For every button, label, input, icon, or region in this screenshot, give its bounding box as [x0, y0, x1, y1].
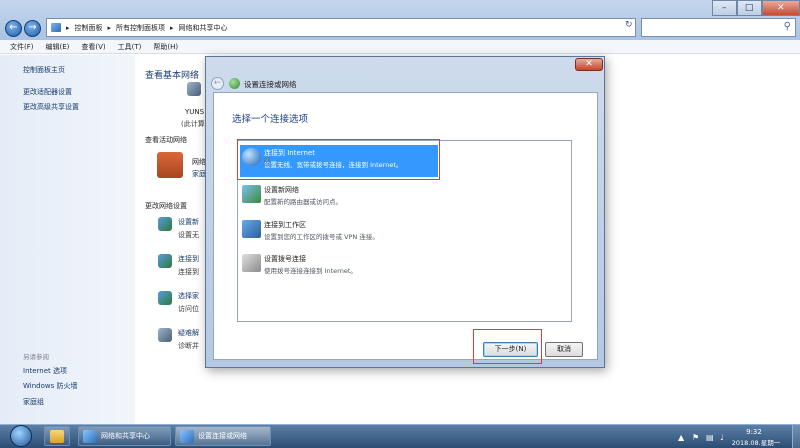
settings-item-link[interactable]: 设置新 [178, 217, 199, 227]
home-network-icon [157, 152, 183, 178]
breadcrumb-item[interactable]: 所有控制面板项 [116, 23, 165, 33]
active-networks-heading: 查看活动网络 [145, 136, 187, 144]
settings-item-desc: 设置无 [178, 231, 199, 239]
settings-item-link[interactable]: 连接到 [178, 254, 199, 264]
computer-subtitle: (此计算 [181, 120, 205, 128]
network-type-link[interactable]: 家庭 [192, 169, 206, 179]
maximize-button[interactable]: □ [736, 0, 762, 16]
menu-tools[interactable]: 工具(T) [118, 42, 142, 52]
show-hidden-icons-icon[interactable]: ▲ [678, 433, 684, 442]
taskbar-explorer[interactable] [44, 426, 70, 446]
option-new-network[interactable]: 设置新网络 配置新的路由器或访问点。 [240, 182, 570, 212]
control-panel-icon [51, 23, 61, 32]
next-button[interactable]: 下一步(N) [483, 342, 538, 357]
refresh-icon[interactable]: ↻ [625, 20, 637, 35]
clock-date[interactable]: 2018.08.星期一 [726, 437, 786, 447]
sidebar: 控制面板主页 更改适配器设置 更改高级共享设置 另请参阅 Internet 选项… [0, 55, 135, 424]
start-button[interactable] [10, 425, 32, 447]
computer-name: YUNS [185, 108, 205, 116]
option-title: 连接到工作区 [264, 221, 306, 229]
forward-button[interactable]: → [24, 20, 41, 37]
option-title: 设置拨号连接 [264, 255, 306, 263]
sidebar-link-home[interactable]: 控制面板主页 [23, 65, 65, 75]
dialog-close-button[interactable]: ✕ [575, 58, 603, 71]
sidebar-link-homegroup[interactable]: 家庭组 [23, 397, 44, 407]
breadcrumb-separator: ▸ [66, 23, 70, 32]
menu-edit[interactable]: 编辑(E) [46, 42, 70, 52]
settings-item-desc: 连接到 [178, 268, 199, 276]
menu-view[interactable]: 查看(V) [81, 42, 105, 52]
sidebar-link-firewall[interactable]: Windows 防火墙 [23, 381, 77, 391]
network-icon[interactable]: ▤ [706, 433, 714, 442]
router-icon [242, 185, 261, 203]
option-desc: 设置到您的工作区的拨号或 VPN 连接。 [264, 233, 379, 241]
taskbar-item-setup-connection[interactable]: 设置连接或网络 [175, 426, 271, 446]
volume-icon[interactable]: ♩ [720, 433, 724, 442]
settings-item-desc: 诊断并 [178, 342, 199, 350]
option-dialup[interactable]: 设置拨号连接 使用拨号连接连接到 Internet。 [240, 251, 570, 281]
taskbar-item-network-center[interactable]: 网络和共享中心 [78, 426, 171, 446]
connect-icon [158, 254, 172, 268]
breadcrumb-item[interactable]: 网络和共享中心 [179, 23, 228, 33]
show-desktop-button[interactable] [792, 425, 800, 448]
settings-item-link[interactable]: 选择家 [178, 291, 199, 301]
breadcrumb-separator: ▸ [107, 23, 112, 32]
menu-file[interactable]: 文件(F) [10, 42, 34, 52]
workplace-icon [242, 220, 261, 238]
option-title: 设置新网络 [264, 186, 299, 194]
menu-bar: 文件(F) 编辑(E) 查看(V) 工具(T) 帮助(H) [0, 40, 800, 54]
option-desc: 配置新的路由器或访问点。 [264, 198, 342, 206]
computer-icon [187, 82, 201, 96]
settings-item-desc: 访问位 [178, 305, 199, 313]
setup-network-icon [158, 217, 172, 231]
minimize-button[interactable]: – [712, 0, 737, 16]
back-button[interactable]: ← [5, 20, 22, 37]
taskbar-item-label: 网络和共享中心 [101, 432, 150, 440]
homegroup-icon [158, 291, 172, 305]
dialog-back-button[interactable]: ← [211, 77, 224, 90]
dialup-modem-icon [242, 254, 261, 272]
troubleshoot-icon [158, 328, 172, 342]
search-input[interactable]: ⚲ [641, 18, 796, 37]
clock-time[interactable]: 9:32 [734, 428, 774, 436]
option-desc: 使用拨号连接连接到 Internet。 [264, 267, 357, 275]
window-controls: – □ ✕ [712, 0, 800, 16]
see-also-heading: 另请参阅 [23, 353, 49, 361]
menu-help[interactable]: 帮助(H) [153, 42, 178, 52]
sidebar-link-adapter[interactable]: 更改适配器设置 [23, 87, 72, 97]
page-title: 查看基本网络 [145, 71, 200, 81]
option-workplace[interactable]: 连接到工作区 设置到您的工作区的拨号或 VPN 连接。 [240, 217, 570, 247]
dialog-title: 设置连接或网络 [244, 80, 297, 89]
sidebar-link-internet-options[interactable]: Internet 选项 [23, 366, 67, 376]
cancel-button[interactable]: 取消 [545, 342, 583, 357]
change-settings-heading: 更改网络设置 [145, 202, 187, 210]
taskbar-item-label: 设置连接或网络 [198, 432, 247, 440]
network-setup-icon [180, 429, 194, 443]
flag-icon[interactable]: ⚑ [692, 433, 699, 442]
settings-item-link[interactable]: 疑难解 [178, 328, 199, 338]
network-center-icon [83, 429, 97, 443]
network-name: 网络 [192, 158, 206, 166]
close-button[interactable]: ✕ [761, 0, 800, 16]
address-bar[interactable]: ▸ 控制面板 ▸ 所有控制面板项 ▸ 网络和共享中心 [46, 18, 636, 37]
dialog-heading: 选择一个连接选项 [232, 114, 309, 125]
search-icon: ⚲ [783, 21, 791, 32]
hand-cursor-icon: ☝ [263, 154, 271, 168]
network-setup-icon [229, 78, 240, 89]
sidebar-link-sharing[interactable]: 更改高级共享设置 [23, 102, 79, 112]
breadcrumb-separator: ▸ [170, 23, 174, 32]
breadcrumb-item[interactable]: 控制面板 [75, 23, 103, 33]
folder-icon [50, 429, 64, 443]
